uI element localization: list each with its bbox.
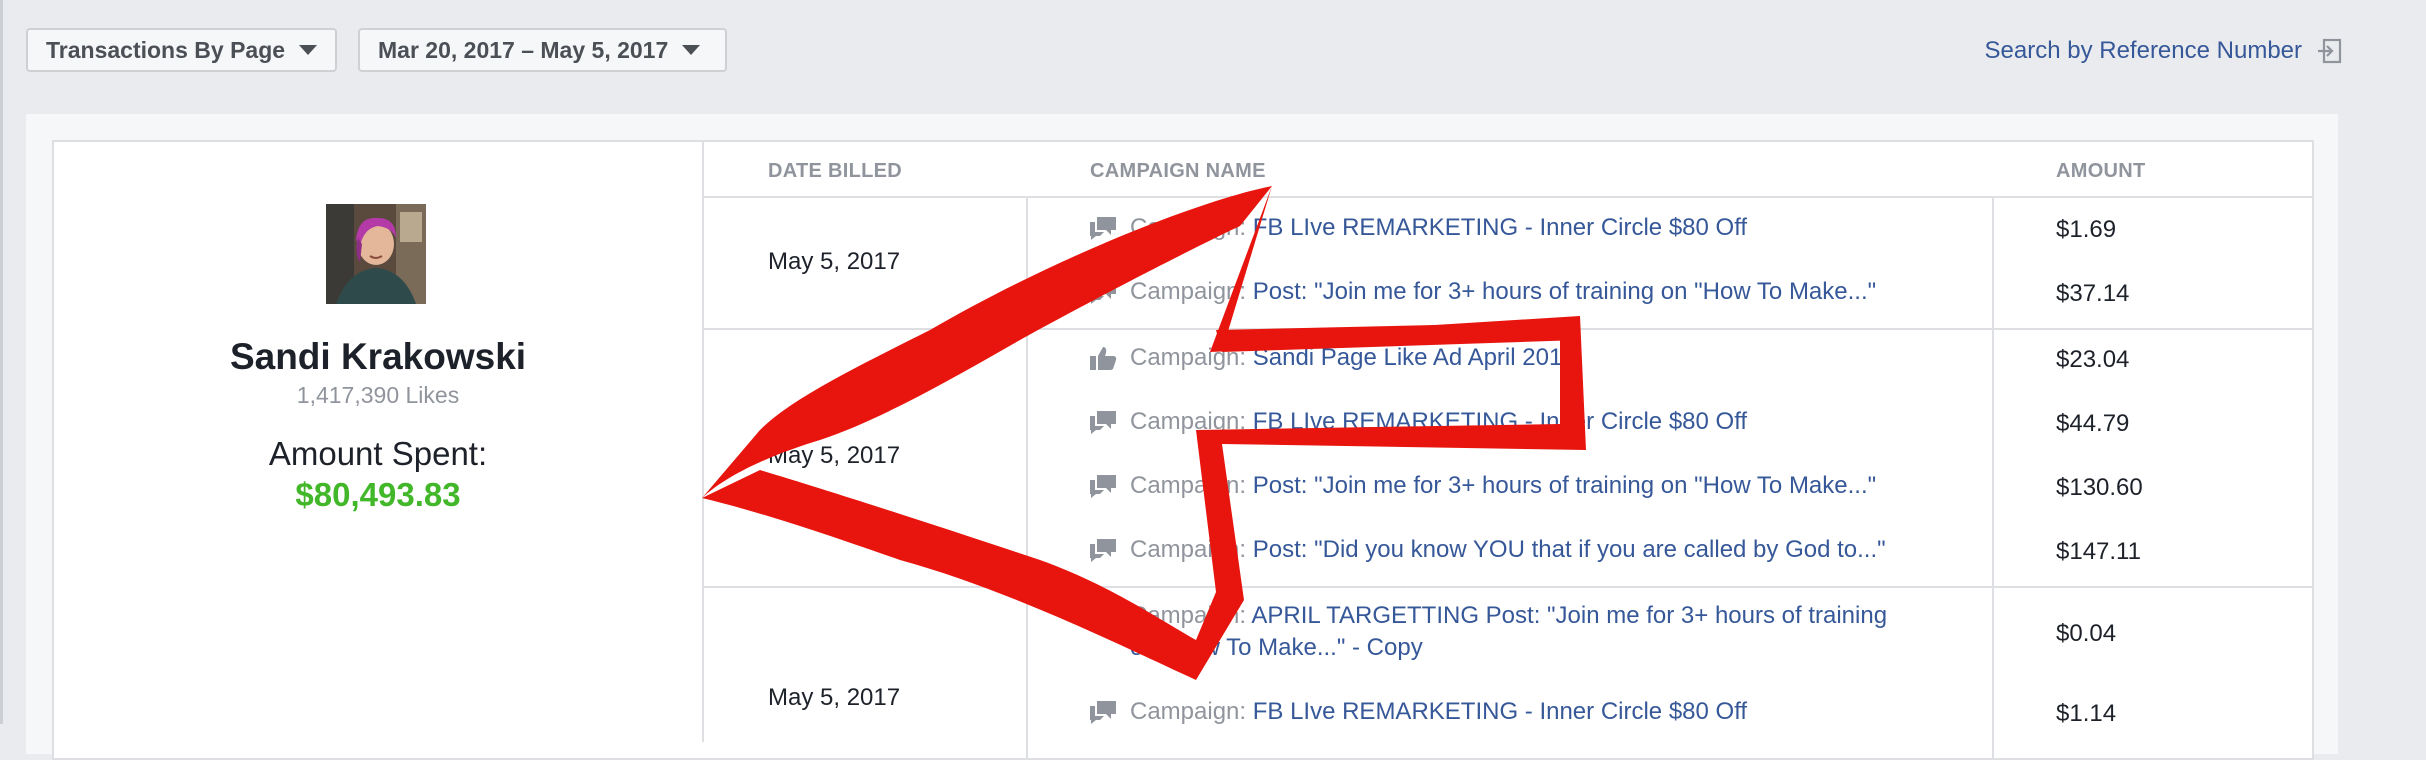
campaign-prefix: Campaign: <box>1130 344 1247 371</box>
campaign-link[interactable]: Post: "Join me for 3+ hours of training … <box>1253 278 1876 305</box>
page-likes: 1,417,390 Likes <box>296 382 460 408</box>
amount-value: $1.69 <box>2056 216 2117 243</box>
campaign-prefix: Campaign: <box>1130 698 1247 725</box>
amount-value: $147.11 <box>2056 538 2141 565</box>
campaign-cell: Campaign: Post: "Join me for 3+ hours of… <box>1088 470 1908 502</box>
date-range-label: Mar 20, 2017 – May 5, 2017 <box>378 36 669 63</box>
caret-down-icon <box>682 45 701 55</box>
comment-icon <box>1090 605 1116 628</box>
header-divider <box>704 196 2312 198</box>
comment-icon <box>1090 475 1116 498</box>
amount-value: $44.79 <box>2056 410 2130 437</box>
date-billed: May 5, 2017 <box>768 442 901 469</box>
campaign-cell: Campaign: FB LIve REMARKETING - Inner Ci… <box>1088 406 1908 438</box>
campaign-cell: Campaign: FB LIve REMARKETING - Inner Ci… <box>1088 696 1908 728</box>
comment-icon <box>1090 281 1116 304</box>
campaign-prefix: Campaign: <box>1130 472 1247 499</box>
amount-value: $23.04 <box>2056 346 2130 373</box>
campaign-cell: Campaign: Sandi Page Like Ad April 2017 <box>1088 342 1908 374</box>
campaign-link[interactable]: Post: "Did you know YOU that if you are … <box>1253 536 1886 563</box>
transactions-table: DATE BILLED CAMPAIGN NAME AMOUNT May 5, … <box>704 142 2312 758</box>
view-dropdown-label: Transactions By Page <box>46 36 286 63</box>
enter-icon <box>2318 38 2342 64</box>
date-billed: May 5, 2017 <box>768 248 901 275</box>
campaign-prefix: Campaign: <box>1130 408 1247 435</box>
window-left-border <box>0 0 3 724</box>
comment-icon <box>1090 217 1116 240</box>
campaign-link[interactable]: FB LIve REMARKETING - Inner Circle $80 O… <box>1253 408 1747 435</box>
campaign-link[interactable]: Post: "Join me for 3+ hours of training … <box>1253 472 1876 499</box>
campaign-link[interactable]: Sandi Page Like Ad April 2017 <box>1253 344 1576 371</box>
amount-spent-label: Amount Spent: <box>268 435 488 472</box>
thumbs-up-icon <box>1090 347 1117 370</box>
campaign-cell: Campaign: Post: "Join me for 3+ hours of… <box>1088 276 1908 308</box>
date-billed: May 5, 2017 <box>768 684 901 711</box>
campaign-prefix: Campaign: <box>1130 602 1247 629</box>
column-header-campaign: CAMPAIGN NAME <box>1090 160 1266 182</box>
comment-icon <box>1090 411 1116 434</box>
amount-spent-value: $80,493.83 <box>295 476 461 513</box>
campaign-link[interactable]: FB LIve REMARKETING - Inner Circle $80 O… <box>1253 698 1747 725</box>
group-divider <box>704 586 2312 588</box>
campaign-cell: Campaign: FB LIve REMARKETING - Inner Ci… <box>1088 212 1908 244</box>
campaign-prefix: Campaign: <box>1130 536 1247 563</box>
column-divider <box>1026 198 1028 758</box>
page-profile: Sandi Krakowski 1,417,390 Likes Amount S… <box>54 142 704 742</box>
campaign-prefix: Campaign: <box>1130 214 1247 241</box>
column-header-amount: AMOUNT <box>2056 160 2146 182</box>
campaign-cell: Campaign: APRIL TARGETTING Post: "Join m… <box>1088 600 1908 664</box>
campaign-prefix: Campaign: <box>1130 278 1247 305</box>
column-header-date: DATE BILLED <box>768 160 903 182</box>
caret-down-icon <box>299 45 318 55</box>
campaign-link[interactable]: FB LIve REMARKETING - Inner Circle $80 O… <box>1253 214 1747 241</box>
comment-icon <box>1090 701 1116 724</box>
amount-value: $37.14 <box>2056 280 2130 307</box>
amount-value: $0.04 <box>2056 620 2117 647</box>
page-name: Sandi Krakowski <box>229 336 527 377</box>
amount-value: $130.60 <box>2056 474 2143 501</box>
group-divider <box>704 328 2312 330</box>
search-by-reference-label: Search by Reference Number <box>1984 37 2302 64</box>
view-dropdown[interactable]: Transactions By Page <box>26 28 337 72</box>
campaign-cell: Campaign: Post: "Did you know YOU that i… <box>1088 534 1908 566</box>
search-by-reference-link[interactable]: Search by Reference Number <box>1972 34 2344 68</box>
date-range-dropdown[interactable]: Mar 20, 2017 – May 5, 2017 <box>358 28 727 72</box>
column-divider <box>1992 198 1994 758</box>
avatar[interactable] <box>326 204 426 304</box>
comment-icon <box>1090 539 1116 562</box>
